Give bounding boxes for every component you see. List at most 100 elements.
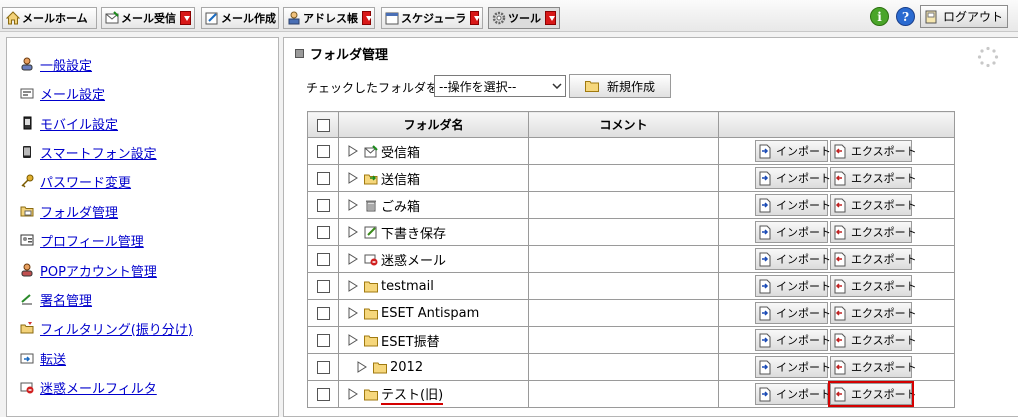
row-checkbox[interactable] xyxy=(316,172,330,185)
toolbar-mail-home[interactable]: メールホーム xyxy=(2,7,97,29)
folder-name[interactable]: 2012 xyxy=(339,354,528,380)
row-select-cell[interactable] xyxy=(307,272,339,300)
expand-triangle-icon[interactable] xyxy=(347,226,359,238)
logout-button[interactable]: ログアウト xyxy=(920,5,1008,28)
row-select-cell[interactable] xyxy=(307,164,339,192)
sidebar-item-mail-settings[interactable]: メール設定 xyxy=(20,83,105,103)
export-button[interactable]: エクスポート xyxy=(830,329,917,351)
dropdown-arrow-icon[interactable] xyxy=(545,11,556,25)
sidebar-item-forward[interactable]: 転送 xyxy=(20,348,66,368)
row-checkbox[interactable] xyxy=(316,334,330,347)
sidebar-item-label[interactable]: フォルダ管理 xyxy=(40,202,118,221)
row-select-cell[interactable] xyxy=(307,326,339,354)
folder-name[interactable]: ESET Antispam xyxy=(339,300,528,326)
row-checkbox[interactable] xyxy=(316,253,330,266)
import-button[interactable]: インポート xyxy=(755,356,831,378)
row-checkbox[interactable] xyxy=(316,145,330,158)
export-button[interactable]: エクスポート xyxy=(828,381,917,407)
folder-name[interactable]: テスト(旧) xyxy=(339,381,528,407)
import-button[interactable]: インポート xyxy=(755,383,831,405)
sidebar-item-filter[interactable]: フィルタリング(振り分け) xyxy=(20,318,193,338)
expand-triangle-icon[interactable] xyxy=(347,145,359,157)
expand-triangle-icon[interactable] xyxy=(347,280,359,292)
row-select-cell[interactable] xyxy=(307,353,339,381)
toolbar-tools[interactable]: ツール xyxy=(488,7,560,29)
sidebar-item-general[interactable]: 一般設定 xyxy=(20,54,92,74)
expand-triangle-icon[interactable] xyxy=(347,172,359,184)
sidebar-item-folder-manage[interactable]: フォルダ管理 xyxy=(20,201,118,221)
row-checkbox[interactable] xyxy=(316,307,330,320)
sidebar-item-smartphone[interactable]: スマートフォン設定 xyxy=(20,142,157,162)
row-checkbox[interactable] xyxy=(316,280,330,293)
folder-name[interactable]: 受信箱 xyxy=(339,138,528,164)
import-button[interactable]: インポート xyxy=(755,167,831,189)
sidebar-item-label[interactable]: パスワード変更 xyxy=(40,172,131,191)
export-button[interactable]: エクスポート xyxy=(830,356,917,378)
sidebar-item-profile[interactable]: プロフィール管理 xyxy=(20,230,144,250)
dropdown-arrow-icon[interactable] xyxy=(470,11,480,25)
expand-triangle-icon[interactable] xyxy=(347,334,359,346)
expand-triangle-icon[interactable] xyxy=(347,307,359,319)
toolbar-address-book[interactable]: アドレス帳 xyxy=(283,7,375,29)
folder-name[interactable]: ESET振替 xyxy=(339,327,528,353)
export-button[interactable]: エクスポート xyxy=(830,140,917,162)
row-checkbox[interactable] xyxy=(316,226,330,239)
folder-name[interactable]: ごみ箱 xyxy=(339,192,528,218)
sidebar-item-password[interactable]: パスワード変更 xyxy=(20,171,131,191)
folder-name[interactable]: 下書き保存 xyxy=(339,219,528,245)
row-select-cell[interactable] xyxy=(307,137,339,165)
select-all-checkbox[interactable] xyxy=(316,118,330,132)
sidebar-item-signature[interactable]: 署名管理 xyxy=(20,289,92,309)
header-select-all[interactable] xyxy=(307,111,339,138)
sidebar-item-label[interactable]: メール設定 xyxy=(40,84,105,103)
export-button[interactable]: エクスポート xyxy=(830,221,917,243)
import-button[interactable]: インポート xyxy=(755,221,831,243)
sidebar-item-label[interactable]: 一般設定 xyxy=(40,55,92,74)
export-button[interactable]: エクスポート xyxy=(830,248,917,270)
info-icon[interactable]: i xyxy=(870,7,889,26)
sidebar-item-spam-filter[interactable]: 迷惑メールフィルタ xyxy=(20,377,157,397)
sidebar-item-label[interactable]: フィルタリング(振り分け) xyxy=(40,319,193,338)
sidebar-item-mobile[interactable]: モバイル設定 xyxy=(20,113,118,133)
row-select-cell[interactable] xyxy=(307,299,339,327)
import-button[interactable]: インポート xyxy=(755,302,831,324)
expand-triangle-icon[interactable] xyxy=(356,361,368,373)
sidebar-item-label[interactable]: 署名管理 xyxy=(40,290,92,309)
sidebar-item-label[interactable]: プロフィール管理 xyxy=(40,231,144,250)
help-icon[interactable]: ? xyxy=(896,7,915,26)
expand-triangle-icon[interactable] xyxy=(347,199,359,211)
folder-name[interactable]: 送信箱 xyxy=(339,165,528,191)
row-checkbox[interactable] xyxy=(316,361,330,374)
row-checkbox[interactable] xyxy=(316,199,330,212)
row-select-cell[interactable] xyxy=(307,245,339,273)
row-select-cell[interactable] xyxy=(307,191,339,219)
export-button[interactable]: エクスポート xyxy=(830,275,917,297)
new-folder-button[interactable]: 新規作成 xyxy=(569,74,671,98)
sidebar-item-pop-account[interactable]: POPアカウント管理 xyxy=(20,260,157,280)
sidebar-item-label[interactable]: モバイル設定 xyxy=(40,114,118,133)
export-button[interactable]: エクスポート xyxy=(830,302,917,324)
toolbar-mail-receive[interactable]: メール受信 xyxy=(101,7,195,29)
import-button[interactable]: インポート xyxy=(755,275,831,297)
import-button[interactable]: インポート xyxy=(755,140,831,162)
expand-triangle-icon[interactable] xyxy=(347,388,359,400)
toolbar-scheduler[interactable]: スケジューラ xyxy=(381,7,483,29)
import-button[interactable]: インポート xyxy=(755,329,831,351)
export-button[interactable]: エクスポート xyxy=(830,194,917,216)
export-button[interactable]: エクスポート xyxy=(830,167,917,189)
row-select-cell[interactable] xyxy=(307,380,339,408)
row-checkbox[interactable] xyxy=(316,388,330,401)
import-button[interactable]: インポート xyxy=(755,248,831,270)
dropdown-arrow-icon[interactable] xyxy=(362,11,372,25)
sidebar-item-label[interactable]: スマートフォン設定 xyxy=(40,143,157,162)
sidebar-item-label[interactable]: 転送 xyxy=(40,349,66,368)
sidebar-item-label[interactable]: 迷惑メールフィルタ xyxy=(40,378,157,397)
dropdown-arrow-icon[interactable] xyxy=(180,11,191,25)
folder-name[interactable]: testmail xyxy=(339,273,528,299)
toolbar-mail-compose[interactable]: メール作成 xyxy=(201,7,279,29)
sidebar-item-label[interactable]: POPアカウント管理 xyxy=(40,261,157,280)
bulk-action-select[interactable]: --操作を選択-- xyxy=(434,75,566,97)
import-button[interactable]: インポート xyxy=(755,194,831,216)
expand-triangle-icon[interactable] xyxy=(347,253,359,265)
folder-name[interactable]: 迷惑メール xyxy=(339,246,528,272)
